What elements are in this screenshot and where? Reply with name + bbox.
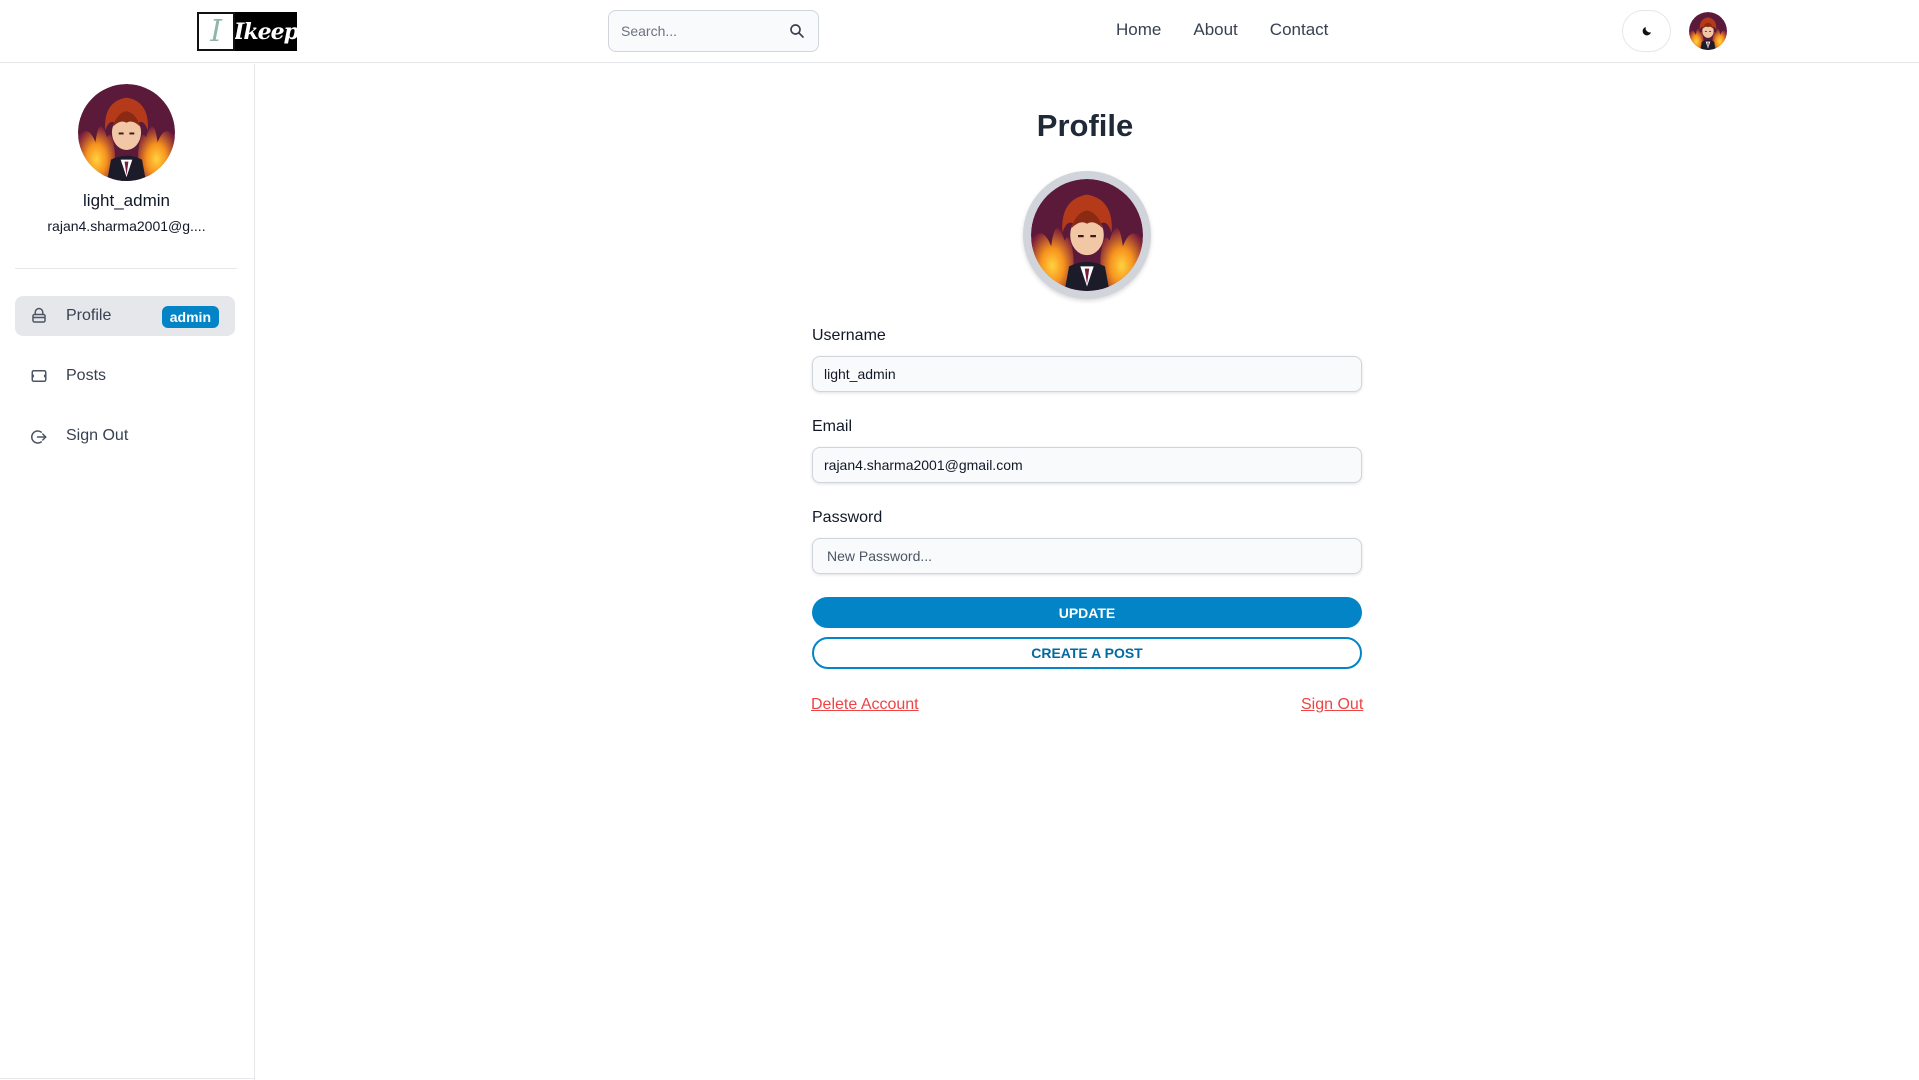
search-icon[interactable]: [788, 22, 806, 40]
username-field[interactable]: [812, 356, 1362, 392]
nav-home-link[interactable]: Home: [1116, 20, 1161, 40]
sidebar-item-sign-out[interactable]: Sign Out: [15, 416, 235, 456]
logo-letter: I: [197, 12, 235, 51]
sign-out-link[interactable]: Sign Out: [1301, 696, 1363, 714]
avatar-image: [1689, 12, 1727, 50]
page-title: Profile: [1036, 108, 1134, 143]
logo-word: Ikeep: [235, 12, 297, 51]
sidebar-bottom-border: [0, 1078, 255, 1079]
sidebar-avatar: [78, 84, 175, 181]
sidebar-username: light_admin: [83, 191, 170, 210]
sidebar-email: rajan4.sharma2001@g....: [47, 218, 206, 234]
sidebar-divider: [15, 268, 237, 269]
user-icon: [30, 307, 48, 325]
search-input[interactable]: [610, 12, 780, 50]
profile-avatar[interactable]: [1023, 171, 1151, 299]
sidebar-item-label: Sign Out: [66, 427, 129, 444]
password-label: Password: [812, 509, 883, 526]
sidebar-item-posts[interactable]: Posts: [15, 356, 235, 396]
search-box: [608, 10, 819, 52]
theme-toggle-button[interactable]: [1622, 10, 1671, 52]
nav-about-link[interactable]: About: [1193, 20, 1237, 40]
sidebar-item-profile[interactable]: Profile admin: [15, 296, 235, 336]
sidebar-item-label: Posts: [66, 367, 107, 384]
main-nav: Home About Contact: [1116, 20, 1328, 40]
moon-icon: [1642, 27, 1651, 36]
user-avatar-button[interactable]: [1689, 12, 1727, 50]
top-navbar: I Ikeep Home About Contact: [0, 0, 1919, 63]
sidebar-item-label: Profile: [66, 307, 112, 324]
password-field[interactable]: [812, 538, 1362, 574]
username-label: Username: [812, 327, 886, 344]
email-label: Email: [812, 418, 853, 435]
site-logo[interactable]: I Ikeep: [197, 12, 297, 51]
update-button[interactable]: UPDATE: [812, 597, 1362, 628]
sign-out-icon: [30, 427, 48, 445]
posts-icon: [30, 367, 48, 385]
nav-contact-link[interactable]: Contact: [1270, 20, 1329, 40]
role-badge: admin: [161, 306, 219, 328]
sidebar: light_admin rajan4.sharma2001@g.... Prof…: [0, 64, 255, 1080]
email-field[interactable]: [812, 447, 1362, 483]
delete-account-link[interactable]: Delete Account: [811, 696, 919, 714]
create-post-button[interactable]: CREATE A POST: [812, 637, 1362, 669]
